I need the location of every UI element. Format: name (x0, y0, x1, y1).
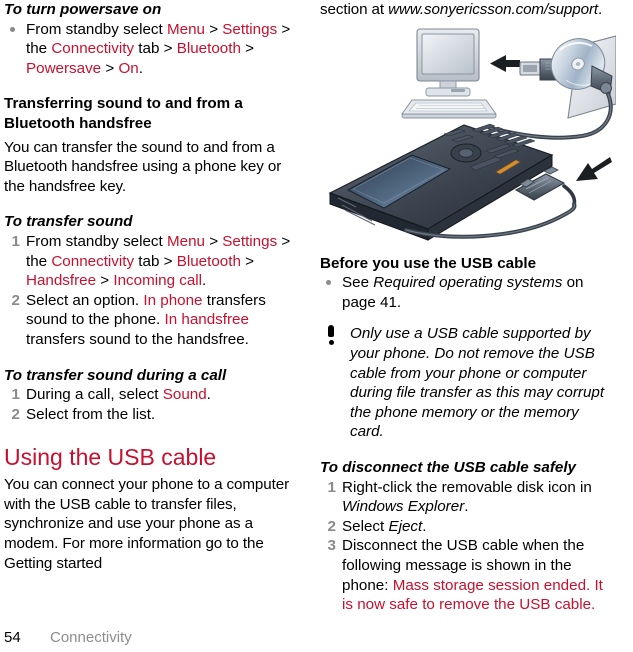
menu-command-eject: Eject (388, 517, 423, 535)
bullet-dot-icon (326, 280, 331, 286)
step1-text-1: From standby select (26, 232, 167, 250)
disconnect-step1-period: . (464, 498, 469, 516)
menu-item-connectivity: Connectivity (51, 252, 135, 270)
heading-to-turn-powersave-on: To turn powersave on (4, 1, 162, 18)
mobile-phone-graphic (328, 123, 554, 241)
step1-sep-5: > (96, 272, 114, 290)
step2-text-1: Select an option. (26, 291, 144, 309)
warning-note: Only use a USB cable supported by your p… (320, 324, 616, 442)
call-step2-text: Select from the list. (26, 405, 156, 423)
disconnect-step-3: 3 Disconnect the USB cable when the foll… (320, 536, 616, 614)
paragraph-transferring-sound: You can transfer the sound to and from a… (4, 138, 282, 195)
paragraph-usb-intro-continued: section at www.sonyericsson.com/support. (320, 0, 616, 20)
right-column: section at www.sonyericsson.com/support. (320, 0, 616, 615)
menu-item-menu: Menu (166, 232, 205, 250)
transfer-sound-step-1: 1 From standby select Menu > Settings > … (4, 232, 300, 291)
step-number: 1 (327, 478, 336, 496)
section-heading-using-usb-cable: Using the USB cable (4, 444, 217, 471)
during-call-step-2: 2 Select from the list. (4, 405, 300, 425)
powersave-sep-1: > (204, 20, 223, 38)
heading-to-disconnect-usb-cable-safely: To disconnect the USB cable safely (320, 458, 577, 476)
paragraph-usb-intro: You can connect your phone to a computer… (4, 476, 290, 572)
cross-reference-required-operating-systems: Required operating systems (373, 274, 563, 292)
during-call-step-1: 1 During a call, select Sound. (4, 385, 300, 405)
heading-before-you-use-usb-cable: Before you use the USB cable (320, 254, 537, 272)
step1-period: . (202, 272, 207, 290)
exclamation-icon (326, 325, 338, 347)
step1-sep-3: tab > (134, 252, 177, 270)
app-name-windows-explorer: Windows Explorer (342, 498, 465, 516)
step-number: 2 (11, 291, 20, 309)
step-number: 2 (327, 517, 336, 535)
menu-item-bluetooth: Bluetooth (176, 40, 241, 58)
call-step1-text-1: During a call, select (26, 386, 163, 404)
menu-item-in-handsfree: In handsfree (164, 311, 249, 329)
disconnect-step2-text-1: Select (342, 517, 389, 535)
powersave-sep-5: > (101, 59, 119, 77)
step-number: 1 (11, 232, 20, 250)
call-step1-period: . (206, 386, 211, 404)
step1-sep-4: > (240, 252, 255, 270)
menu-item-handsfree: Handsfree (26, 272, 97, 290)
menu-item-sound: Sound (162, 386, 207, 404)
phone-usb-computer-cd-illustration (320, 22, 616, 250)
computer-monitor-graphic (401, 28, 497, 119)
disconnect-step-1: 1 Right-click the removable disk icon in… (320, 478, 616, 517)
footer-chapter-name: Connectivity (50, 629, 132, 646)
powersave-sep-4: > (240, 40, 255, 58)
menu-item-menu: Menu (166, 20, 205, 38)
menu-item-bluetooth: Bluetooth (176, 252, 241, 270)
usb-intro-pre: section at (320, 1, 389, 18)
heading-transferring-sound: Transferring sound to and from a Bluetoo… (4, 95, 243, 132)
menu-item-incoming-call: Incoming call (113, 272, 203, 290)
manual-page: To turn powersave on From standby select… (0, 0, 633, 652)
bullet-dot-icon (10, 26, 15, 32)
menu-item-powersave: Powersave (26, 59, 102, 77)
powersave-period: . (138, 59, 143, 77)
step-number: 3 (327, 537, 336, 555)
arrow-to-phone-icon (576, 156, 612, 181)
before-use-bullet-item: See Required operating systems on page 4… (320, 273, 616, 312)
powersave-sep-3: tab > (134, 40, 177, 58)
cd-disc-sleeve-graphic (550, 35, 616, 119)
powersave-text-1: From standby select (26, 20, 167, 38)
step1-sep-1: > (204, 232, 223, 250)
disconnect-step2-period: . (422, 517, 427, 535)
usb-intro-post: . (598, 1, 603, 18)
footer-page-number: 54 (4, 629, 21, 646)
before-use-text-1: See (342, 274, 374, 292)
disconnect-step1-text-1: Right-click the removable disk icon in (342, 478, 592, 496)
powersave-bullet-item: From standby select Menu > Settings > th… (4, 20, 300, 79)
transfer-sound-step-2: 2 Select an option. In phone transfers s… (4, 291, 300, 350)
page-footer: 54 Connectivity (4, 629, 132, 646)
heading-transfer-sound-during-call: To transfer sound during a call (4, 366, 227, 384)
menu-item-settings: Settings (222, 20, 278, 38)
disconnect-step-2: 2 Select Eject. (320, 517, 616, 537)
menu-item-on: On (118, 59, 139, 77)
step-number: 2 (11, 405, 20, 423)
step2-text-3: transfers sound to the handsfree. (26, 330, 249, 348)
step-number: 1 (11, 386, 20, 404)
left-column: To turn powersave on From standby select… (4, 0, 300, 573)
menu-item-in-phone: In phone (143, 291, 203, 309)
website-url: www.sonyericsson.com/support (388, 1, 599, 18)
arrow-to-computer-icon (490, 54, 520, 72)
heading-to-transfer-sound: To transfer sound (4, 213, 133, 231)
menu-item-connectivity: Connectivity (51, 40, 135, 58)
warning-note-text: Only use a USB cable supported by your p… (350, 325, 605, 441)
menu-item-settings: Settings (222, 232, 278, 250)
